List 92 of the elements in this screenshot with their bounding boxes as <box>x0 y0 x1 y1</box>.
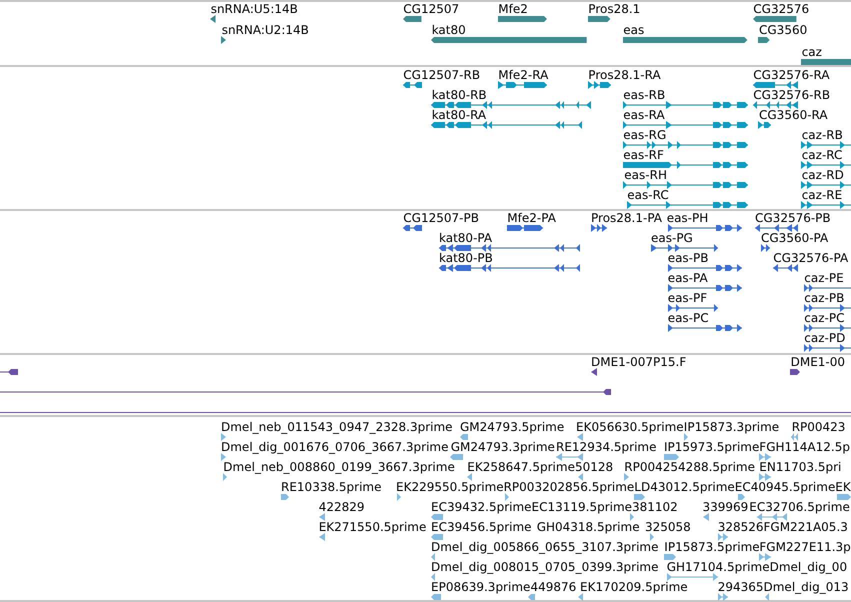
est-label: IP15873.3prime <box>684 420 780 434</box>
est-label: 449876 <box>530 580 576 594</box>
est-label: 294365 <box>718 580 764 594</box>
est-label: RE10338.5prime <box>281 480 382 494</box>
est-label: LD43012.5prime <box>634 480 735 494</box>
est-label: 325058 <box>645 520 691 534</box>
gene-label: Pros28.1 <box>588 2 640 16</box>
est-label: IP15973.5prime <box>664 440 760 454</box>
protein-label: kat80-PA <box>439 231 492 245</box>
protein-label: eas-PA <box>668 271 708 285</box>
est-label: EK <box>835 480 851 494</box>
transcript-label: caz-RD <box>802 168 844 182</box>
est-label: EP08639.3prime <box>431 580 530 594</box>
protein-label: CG32576-PA <box>773 251 848 265</box>
transcript-label: eas-RA <box>623 108 665 122</box>
est-label: EC13119.5prime <box>532 500 632 514</box>
gene-label: CG3560 <box>759 23 808 38</box>
est-label: EC39456.5prime <box>431 520 532 534</box>
est-label: EN11703.5pri <box>759 460 842 474</box>
protein-label: caz-PB <box>804 291 844 305</box>
est-label: EC40945.5prime <box>734 480 836 494</box>
protein-label: eas-PG <box>651 231 693 245</box>
gene-label: Mfe2 <box>498 2 528 16</box>
protein-label: eas-PB <box>668 251 708 265</box>
est-label: GH04318.5prime <box>536 520 640 534</box>
protein-label: Mfe2-PA <box>507 211 556 225</box>
est-label: FGM221A05.3 <box>764 520 848 534</box>
est-label: 422829 <box>318 500 364 514</box>
protein-label: eas-PH <box>666 211 708 225</box>
est-label: IP15873.5prime <box>664 540 760 554</box>
est-label: 339969 <box>702 500 748 514</box>
protein-label: CG12507-PB <box>403 211 479 225</box>
transcript-label: caz-RE <box>802 188 842 202</box>
est-label: Dmel_dig_00 <box>770 560 848 574</box>
transcript-label: CG32576-RB <box>753 88 830 102</box>
gene-label: snRNA:U5:14B <box>210 2 298 16</box>
est-label: RP004254288.5prime <box>624 460 755 474</box>
clone-label: DME1-007P15.F <box>591 355 686 369</box>
protein-label: eas-PC <box>668 311 709 325</box>
est-label: Dmel_neb_008860_0199_3667.3prime <box>223 460 455 474</box>
est-label: Dmel_dig_008015_0705_0399.3prime <box>431 560 659 574</box>
est-label: EK258647.5prime <box>467 460 575 474</box>
protein-label: kat80-PB <box>439 251 493 265</box>
est-label: RP00423 <box>792 420 846 434</box>
est-label: EK170209.5prime <box>580 580 688 594</box>
transcript-label: CG32576-RA <box>753 68 830 82</box>
transcript-label: kat80-RB <box>432 88 487 102</box>
gene-label: CG32576 <box>753 2 810 16</box>
gene-label: kat80 <box>432 23 466 38</box>
transcript-label: caz-RC <box>802 148 842 162</box>
est-label: GM24793.5prime <box>460 420 564 434</box>
protein-label: Pros28.1-PA <box>591 211 662 225</box>
est-label: EK056630.5prime <box>576 420 684 434</box>
est-label: GH17104.5prime <box>666 560 770 574</box>
clone-label: DME1-00 <box>790 355 846 369</box>
est-label: GM24793.3prime <box>450 440 555 454</box>
est-label: RP003202856.5prime <box>504 480 634 494</box>
est-label: FGM227E11.3p <box>759 540 851 554</box>
transcript-label: eas-RB <box>623 88 666 102</box>
transcript-label: kat80-RA <box>432 108 486 122</box>
protein-label: eas-PF <box>668 291 708 305</box>
protein-label: caz-PD <box>804 331 846 345</box>
transcript-label: CG3560-RA <box>759 108 828 122</box>
transcript-label: eas-RC <box>627 188 669 202</box>
est-label: EC32706.5prime <box>749 500 850 514</box>
est-label: Dmel_dig_013 <box>764 580 849 594</box>
protein-label: CG3560-PA <box>761 231 828 245</box>
gene-label: CG12507 <box>403 2 460 16</box>
transcript-label: eas-RH <box>624 168 667 182</box>
est-label: Dmel_dig_001676_0706_3667.3prime <box>221 440 449 454</box>
est-label: FGH114A12.5p <box>759 440 850 454</box>
transcript-label: Pros28.1-RA <box>588 68 661 82</box>
est-label: RE12934.5prime <box>556 440 656 454</box>
est-label: Dmel_dig_005866_0655_3107.3prime <box>431 540 659 554</box>
gene-label: snRNA:U2:14B <box>222 23 309 38</box>
est-label: EK271550.5prime <box>318 520 426 534</box>
transcript-label: eas-RF <box>623 148 664 162</box>
est-label: Dmel_neb_011543_0947_2328.3prime <box>221 420 453 434</box>
transcript-label: eas-RG <box>623 128 666 142</box>
protein-label: CG32576-PB <box>755 211 831 225</box>
est-label: 50128 <box>575 460 614 474</box>
protein-label: caz-PE <box>804 271 844 285</box>
protein-label: caz-PC <box>804 311 844 325</box>
transcript-label: caz-RB <box>802 128 843 142</box>
gene-label: caz <box>802 44 822 59</box>
est-label: EC39432.5prime <box>431 500 532 514</box>
transcript-label: CG12507-RB <box>403 68 480 82</box>
gene-label: eas <box>623 23 644 38</box>
est-label: 328526 <box>718 520 764 534</box>
est-label: 381102 <box>632 500 678 514</box>
transcript-label: Mfe2-RA <box>498 68 548 82</box>
est-label: EK229550.5prime <box>396 480 504 494</box>
